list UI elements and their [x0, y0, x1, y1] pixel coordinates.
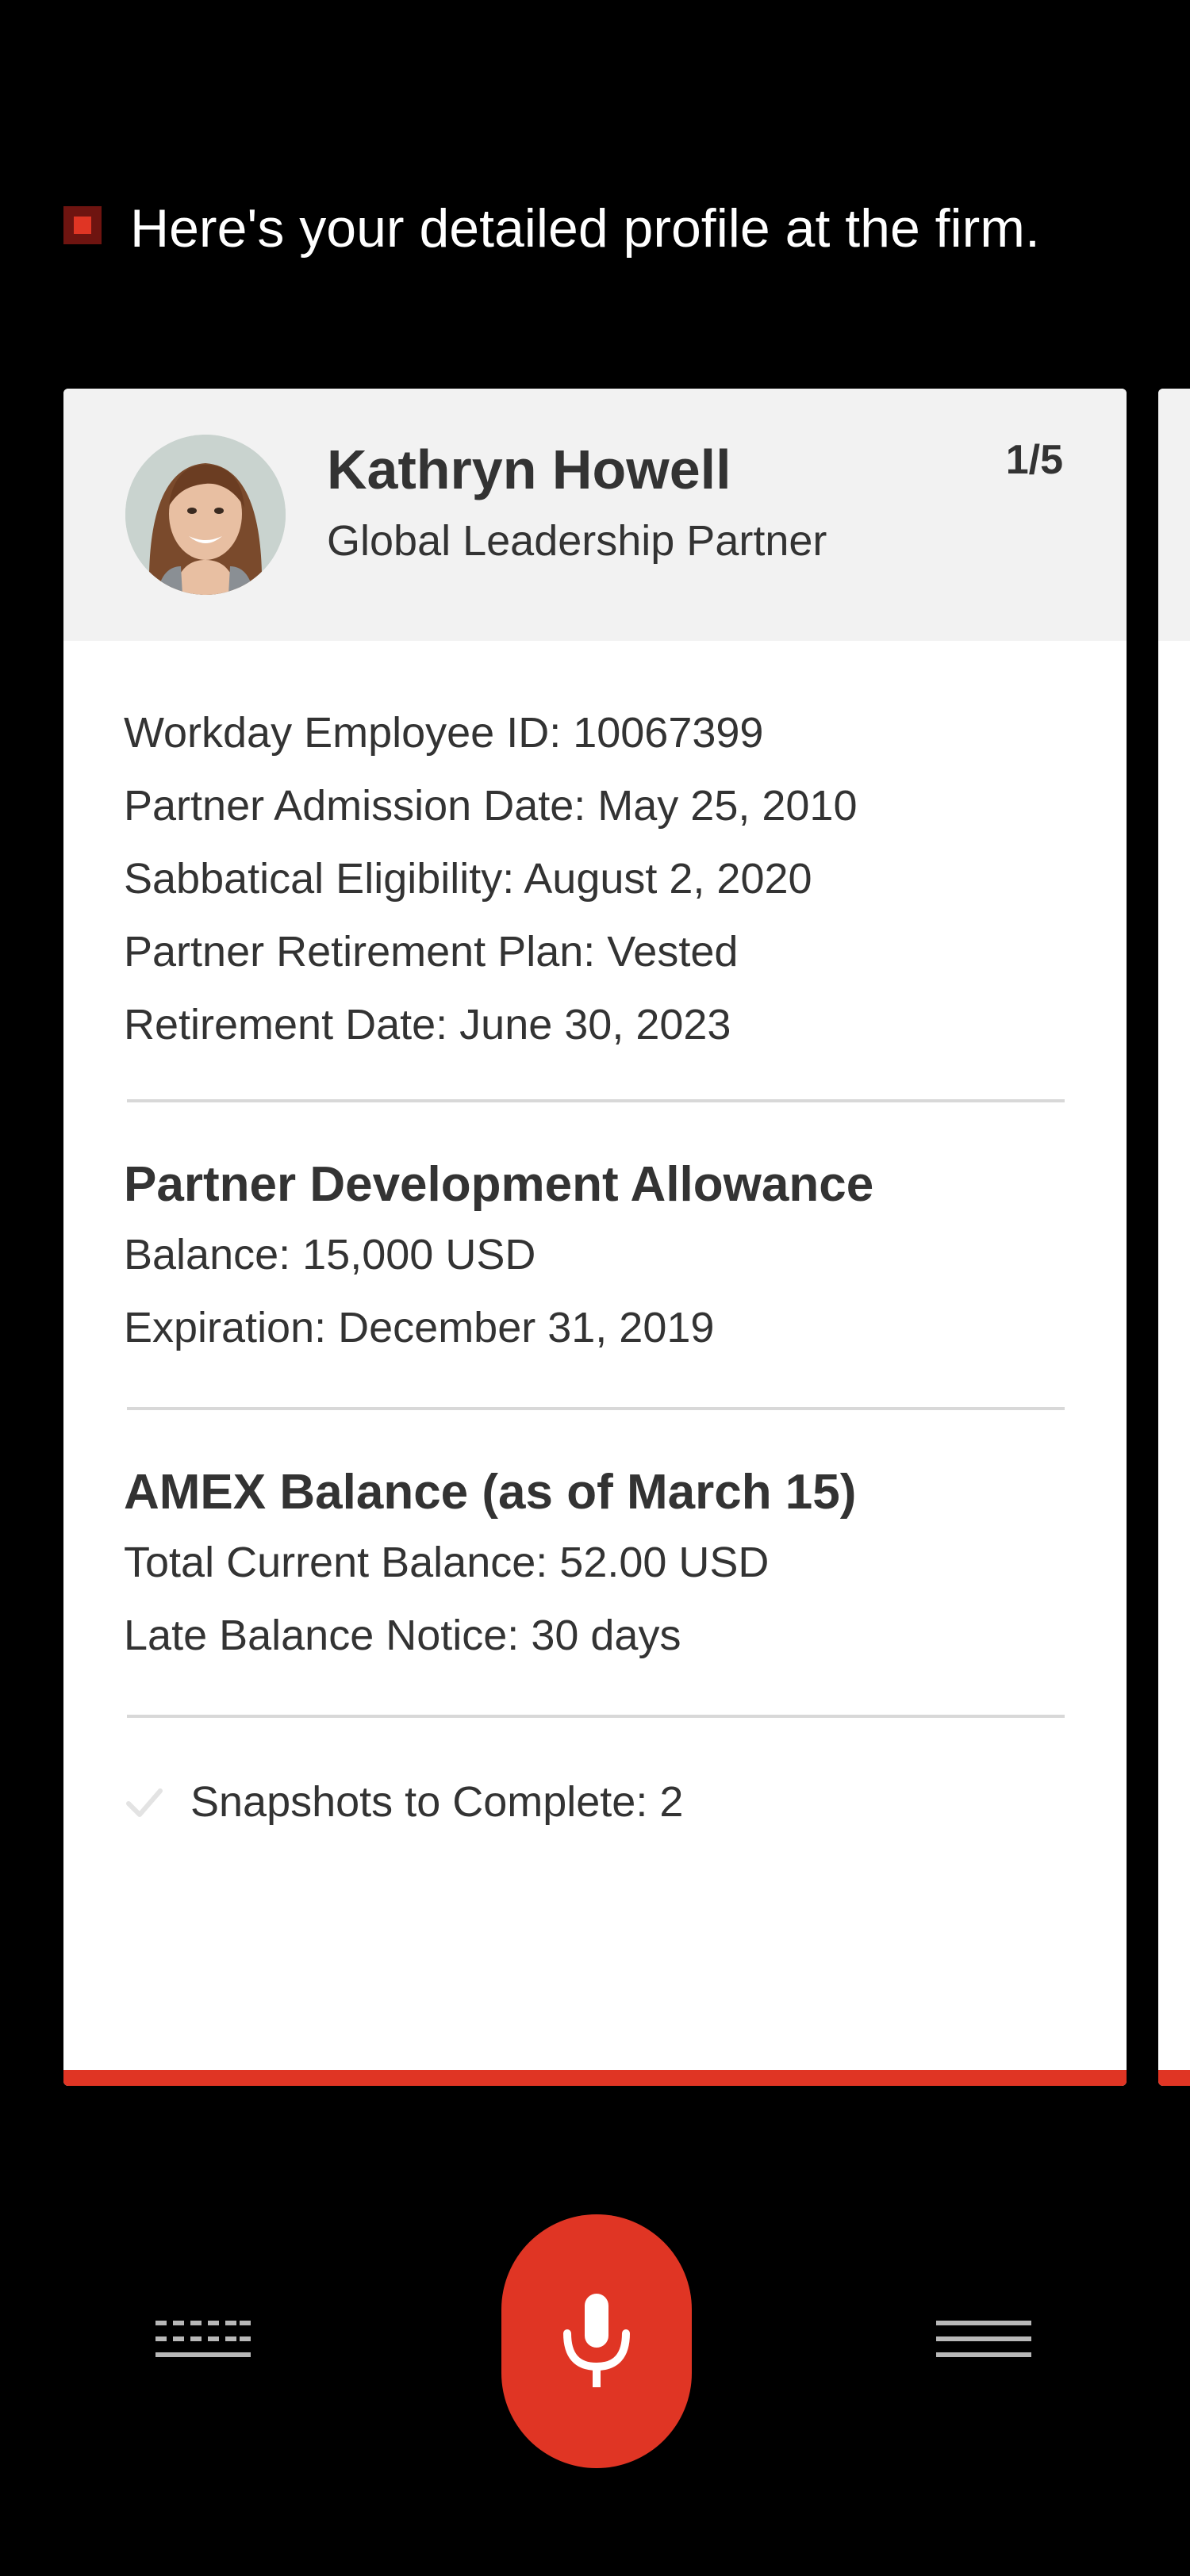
detail-retirement-date: Retirement Date: June 30, 2023 [124, 1001, 731, 1048]
profile-card[interactable]: Kathryn Howell Global Leadership Partner… [63, 389, 1127, 2086]
card-accent-bar [63, 2070, 1127, 2086]
avatar [125, 435, 286, 595]
keyboard-icon [155, 2321, 251, 2357]
assistant-message-text: Here's your detailed profile at the firm… [130, 198, 1040, 259]
detail-admission-date: Partner Admission Date: May 25, 2010 [124, 782, 858, 830]
next-card-peek[interactable] [1158, 389, 1190, 2086]
profile-role: Global Leadership Partner [327, 517, 827, 565]
allowance-section: Partner Development Allowance Balance: 1… [124, 1152, 1068, 1364]
divider [127, 1407, 1065, 1410]
input-toolbar [0, 2205, 1190, 2482]
assistant-bullet-icon [63, 206, 102, 244]
allowance-heading: Partner Development Allowance [124, 1157, 874, 1212]
amex-late-notice: Late Balance Notice: 30 days [124, 1612, 681, 1659]
amex-section: AMEX Balance (as of March 15) Total Curr… [124, 1459, 1068, 1672]
detail-sabbatical: Sabbatical Eligibility: August 2, 2020 [124, 855, 812, 903]
keyboard-button[interactable] [155, 2321, 251, 2368]
snapshots-label: Snapshots to Complete: 2 [190, 1778, 684, 1826]
detail-employee-id: Workday Employee ID: 10067399 [124, 709, 764, 757]
menu-button[interactable] [936, 2321, 1031, 2368]
profile-details: Workday Employee ID: 10067399 Partner Ad… [124, 696, 1068, 1061]
microphone-button[interactable] [501, 2214, 692, 2468]
detail-retirement-plan: Partner Retirement Plan: Vested [124, 928, 739, 976]
amex-total-balance: Total Current Balance: 52.00 USD [124, 1539, 770, 1586]
divider [127, 1715, 1065, 1718]
allowance-balance: Balance: 15,000 USD [124, 1231, 536, 1278]
microphone-icon [563, 2294, 630, 2387]
divider [127, 1099, 1065, 1102]
profile-card-header: Kathryn Howell Global Leadership Partner… [63, 389, 1127, 641]
menu-icon [936, 2321, 1031, 2357]
check-icon [126, 1788, 163, 1817]
card-pager: 1/5 [1005, 437, 1063, 483]
snapshots-item[interactable]: Snapshots to Complete: 2 [124, 1770, 683, 1834]
amex-heading: AMEX Balance (as of March 15) [124, 1465, 857, 1520]
profile-name: Kathryn Howell [327, 439, 731, 500]
allowance-expiration: Expiration: December 31, 2019 [124, 1304, 715, 1351]
